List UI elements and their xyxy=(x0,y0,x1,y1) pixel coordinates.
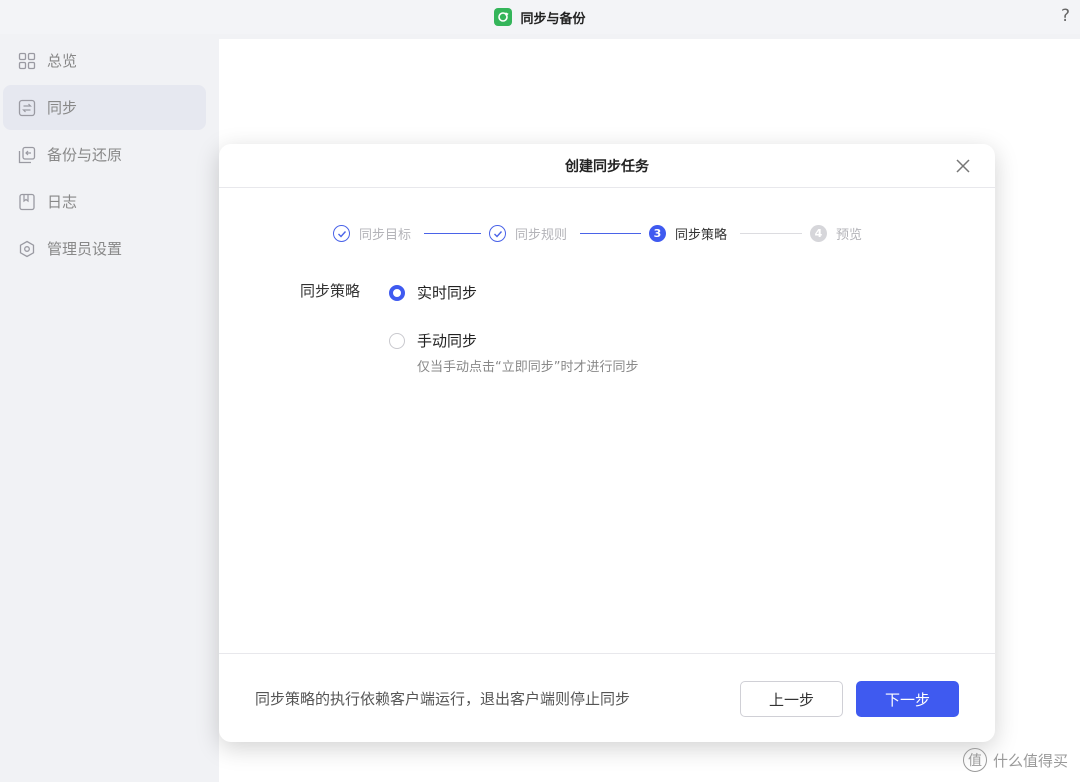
close-icon[interactable] xyxy=(953,156,973,176)
create-sync-task-dialog: 创建同步任务 同步目标 同步规则 3 同步策略 4 预览 同步策略 实时同步 手… xyxy=(219,144,995,742)
step-label: 同步目标 xyxy=(359,228,412,243)
settings-hex-icon xyxy=(18,240,36,258)
title-bar: 同步与备份 ? xyxy=(0,0,1080,34)
step-label: 同步策略 xyxy=(675,228,728,243)
step-sync-target: 同步目标 xyxy=(333,224,411,243)
dialog-header: 创建同步任务 xyxy=(219,144,995,188)
step-label: 预览 xyxy=(836,228,863,243)
sidebar-item-label: 总览 xyxy=(47,52,78,70)
sidebar-item-label: 备份与还原 xyxy=(47,146,123,164)
app-title: 同步与备份 xyxy=(494,8,586,27)
step-sync-strategy: 3 同步策略 xyxy=(649,224,727,243)
step-connector xyxy=(424,233,481,234)
sidebar-item-admin-settings[interactable]: 管理员设置 xyxy=(3,226,206,271)
sync-icon xyxy=(18,99,36,117)
step-preview: 4 预览 xyxy=(810,224,862,243)
option-label: 手动同步 xyxy=(417,332,478,350)
dialog-footer: 同步策略的执行依赖客户端运行，退出客户端则停止同步 上一步 下一步 xyxy=(219,653,995,742)
sidebar-item-label: 同步 xyxy=(47,99,78,117)
watermark-logo-icon: 值 xyxy=(962,748,987,772)
sidebar-item-overview[interactable]: 总览 xyxy=(3,38,206,83)
step-indicator: 同步目标 同步规则 3 同步策略 4 预览 xyxy=(219,224,995,244)
sidebar-item-sync[interactable]: 同步 xyxy=(3,85,206,130)
manual-sync-option[interactable]: 手动同步 xyxy=(389,330,477,351)
app-title-text: 同步与备份 xyxy=(520,11,586,27)
dialog-title: 创建同步任务 xyxy=(565,158,649,175)
option-label: 实时同步 xyxy=(417,284,478,302)
grid-icon xyxy=(18,52,36,70)
manual-sync-description: 仅当手动点击“立即同步”时才进行同步 xyxy=(417,360,639,375)
check-icon xyxy=(333,225,350,242)
watermark-text: 什么值得买 xyxy=(992,751,1068,770)
check-icon xyxy=(489,225,506,242)
sidebar-item-label: 管理员设置 xyxy=(47,240,123,258)
radio-checked[interactable] xyxy=(389,284,405,301)
step-label: 同步规则 xyxy=(515,228,568,243)
next-step-button[interactable]: 下一步 xyxy=(856,681,959,717)
radio-unchecked[interactable] xyxy=(389,332,405,349)
step-number: 3 xyxy=(649,225,666,242)
realtime-sync-option[interactable]: 实时同步 xyxy=(389,282,477,303)
step-connector xyxy=(740,233,802,234)
sidebar-item-backup[interactable]: 备份与还原 xyxy=(3,132,206,177)
backup-icon xyxy=(18,146,36,164)
log-icon xyxy=(18,193,36,211)
watermark: 值 什么值得买 xyxy=(962,748,1068,772)
step-sync-rules: 同步规则 xyxy=(489,224,567,243)
footer-note: 同步策略的执行依赖客户端运行，退出客户端则停止同步 xyxy=(255,690,631,708)
sidebar-item-log[interactable]: 日志 xyxy=(3,179,206,224)
sync-app-icon xyxy=(494,8,513,26)
step-connector xyxy=(580,233,641,234)
sidebar-item-label: 日志 xyxy=(47,193,78,211)
sync-strategy-label: 同步策略 xyxy=(300,282,361,300)
step-number: 4 xyxy=(810,225,827,242)
help-button[interactable]: ? xyxy=(1061,6,1070,26)
sidebar: 总览 同步 备份与还原 日志 管理员设置 xyxy=(0,34,218,782)
previous-step-button[interactable]: 上一步 xyxy=(740,681,843,717)
